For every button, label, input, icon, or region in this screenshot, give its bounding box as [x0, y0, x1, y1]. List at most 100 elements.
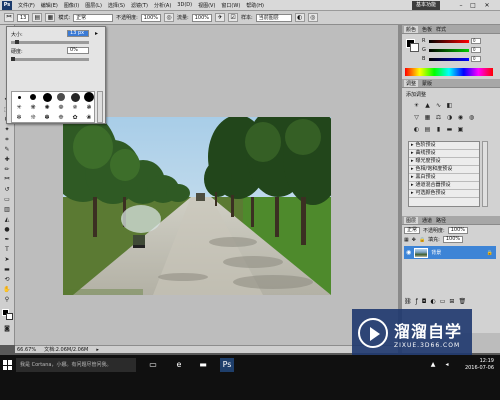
brightness-contrast-icon[interactable]: ☀	[412, 102, 421, 110]
mode-select[interactable]: 正常	[73, 13, 114, 22]
menu-analysis[interactable]: 分析(A)	[151, 2, 174, 9]
crop-tool-icon[interactable]: ⌗	[1, 135, 14, 144]
tray-volume-icon[interactable]: ◂	[440, 358, 454, 372]
new-layer-icon[interactable]: ⊞	[449, 298, 454, 305]
tab-paths[interactable]: 路径	[436, 217, 446, 224]
3d-rotate-tool-icon[interactable]: ⟲	[1, 275, 14, 284]
brush-hardness-input[interactable]: 0%	[67, 47, 89, 54]
selective-color-icon[interactable]: ▣	[456, 126, 465, 134]
flow-input[interactable]: 100%	[191, 13, 213, 22]
tab-swatches[interactable]: 色板	[422, 26, 432, 33]
windows-start-icon[interactable]	[3, 360, 13, 370]
tab-masks[interactable]: 蒙版	[422, 80, 432, 87]
preset-levels[interactable]: ▸ 色阶预设	[409, 142, 479, 150]
photoshop-taskbar-icon[interactable]: Ps	[220, 358, 234, 372]
opacity-input[interactable]: 100%	[140, 13, 162, 22]
cortana-search-box[interactable]: 我是 Cortana，小娜。有问题尽管问我。	[16, 358, 136, 372]
layer-name[interactable]: 背景	[431, 249, 441, 256]
gradient-tool-icon[interactable]: ▥	[1, 205, 14, 214]
quick-mask-icon[interactable]: ◙	[1, 324, 14, 333]
blue-slider[interactable]	[429, 57, 469, 61]
brush-tip[interactable]	[12, 92, 26, 102]
color-spectrum-bar[interactable]	[405, 68, 493, 76]
menu-filter[interactable]: 滤镜(T)	[128, 2, 151, 9]
eraser-tool-icon[interactable]: ▭	[1, 195, 14, 204]
dodge-tool-icon[interactable]: ●	[1, 225, 14, 234]
channel-mixer-icon[interactable]: ◍	[467, 114, 476, 122]
menu-3d[interactable]: 3D(D)	[174, 2, 195, 8]
healing-brush-tool-icon[interactable]: ✚	[1, 155, 14, 164]
taskbar-clock[interactable]: 12:19 2016-07-06	[465, 358, 494, 372]
brush-tip[interactable]: ✳	[12, 102, 26, 112]
background-color-swatch[interactable]	[5, 313, 13, 320]
brush-hardness-slider[interactable]	[11, 58, 89, 61]
tab-channels[interactable]: 通道	[422, 217, 432, 224]
history-brush-tool-icon[interactable]: ↺	[1, 185, 14, 194]
brush-tip[interactable]	[26, 92, 40, 102]
gradient-map-icon[interactable]: ▬	[445, 126, 454, 134]
vibrance-icon[interactable]: ▽	[412, 114, 421, 122]
brush-size-slider-knob[interactable]	[14, 40, 19, 44]
color-swatches[interactable]	[1, 308, 14, 321]
brush-tip[interactable]: ❀	[82, 112, 94, 122]
lock-position-icon[interactable]: ✥	[412, 237, 416, 243]
brush-tip-grid[interactable]: ✳ ❋ ✺ ❁ ✵ ❃ ✻ ❊ ✽ ❉ ✿ ❀	[11, 91, 95, 123]
menu-help[interactable]: 帮助(H)	[243, 2, 267, 9]
red-slider[interactable]	[429, 39, 469, 43]
path-selection-tool-icon[interactable]: ➤	[1, 255, 14, 264]
tray-network-icon[interactable]: ▲	[426, 358, 440, 372]
tab-adjustments[interactable]: 调整	[404, 79, 419, 87]
layer-visibility-eye-icon[interactable]: ◉	[406, 249, 411, 256]
brush-size-picker[interactable]: 13	[17, 13, 30, 22]
hand-tool-icon[interactable]: ✋	[1, 285, 14, 294]
blur-tool-icon[interactable]: ◭	[1, 215, 14, 224]
menu-view[interactable]: 视图(V)	[195, 2, 218, 9]
exposure-icon[interactable]: ◧	[445, 102, 454, 110]
airbrush-icon[interactable]: ✈	[215, 13, 226, 22]
brush-tip[interactable]: ❁	[54, 102, 68, 112]
menu-layer[interactable]: 图层(L)	[82, 2, 105, 9]
brush-tip[interactable]: ❃	[82, 102, 94, 112]
curves-icon[interactable]: ∿	[434, 102, 443, 110]
layer-opacity-input[interactable]: 100%	[447, 227, 468, 234]
brush-grid-scrollbar[interactable]	[97, 91, 103, 123]
brush-tool-icon[interactable]: ✏	[1, 165, 14, 174]
brush-size-input[interactable]: 13 px	[67, 30, 89, 37]
document-info[interactable]: 文档:2.06M/2.06M	[44, 346, 88, 353]
magic-wand-tool-icon[interactable]: ✦	[1, 125, 14, 134]
brush-tip[interactable]: ❉	[54, 112, 68, 122]
posterize-icon[interactable]: ▤	[423, 126, 432, 134]
brush-options-arrow-icon[interactable]: ▸	[95, 30, 98, 37]
maximize-button[interactable]: □	[468, 1, 478, 10]
task-view-icon[interactable]: ▭	[146, 358, 160, 372]
clone-stamp-tool-icon[interactable]: ⎃	[4, 13, 14, 22]
preset-exposure[interactable]: ▸ 曝光度预设	[409, 158, 479, 166]
photo-filter-icon[interactable]: ◉	[456, 114, 465, 122]
aligned-checkbox[interactable]: ☑	[228, 13, 239, 22]
brush-tip[interactable]: ✵	[68, 102, 82, 112]
preset-selective-color[interactable]: ▸ 可选颜色预设	[409, 190, 479, 198]
preset-curves[interactable]: ▸ 曲线预设	[409, 150, 479, 158]
invert-icon[interactable]: ◐	[412, 126, 421, 134]
red-value[interactable]: 0	[471, 38, 481, 44]
brush-tip[interactable]	[82, 92, 94, 102]
layer-blend-mode-select[interactable]: 正常	[404, 227, 421, 234]
preset-hue-saturation[interactable]: ▸ 色相/饱和度预设	[409, 166, 479, 174]
new-adjustment-layer-icon[interactable]: ◐	[431, 298, 436, 305]
delete-layer-icon[interactable]: 🗑	[458, 298, 466, 305]
minimize-button[interactable]: –	[456, 1, 466, 10]
status-arrow-icon[interactable]: ▸	[96, 347, 99, 353]
tab-layers[interactable]: 图层	[404, 216, 419, 224]
blue-value[interactable]: 0	[471, 56, 481, 62]
new-group-icon[interactable]: ▭	[440, 298, 446, 305]
close-button[interactable]: ✕	[482, 1, 492, 10]
presets-scrollbar[interactable]	[482, 141, 488, 207]
sample-select[interactable]: 当前图层	[255, 13, 292, 22]
brush-tip[interactable]: ❊	[26, 112, 40, 122]
lock-all-icon[interactable]: 🔒	[419, 237, 425, 243]
workspace-switcher[interactable]: 基本功能	[411, 1, 440, 10]
menu-image[interactable]: 图像(I)	[61, 2, 82, 9]
brush-size-slider[interactable]	[11, 41, 89, 44]
document-image[interactable]	[63, 117, 331, 295]
brush-tip[interactable]: ✺	[40, 102, 54, 112]
